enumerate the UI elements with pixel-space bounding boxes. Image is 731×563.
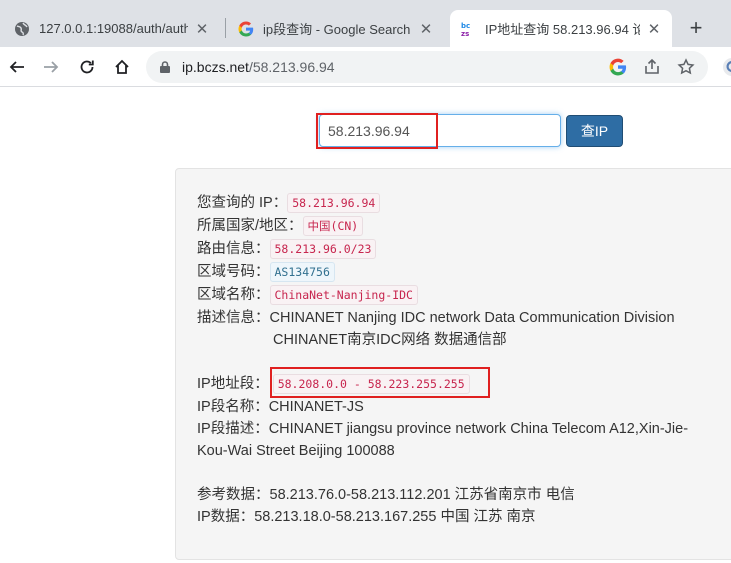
result-label: 参考数据： <box>197 487 270 503</box>
back-arrow-icon <box>9 61 24 73</box>
google-icon <box>238 21 254 37</box>
result-row-description: 描述信息：CHINANET Nanjing IDC network Data C… <box>197 308 675 328</box>
result-row-ip: 您查询的 IP： 58.213.96.94 <box>197 193 381 214</box>
home-icon <box>115 59 129 74</box>
tab-title: IP地址查询 58.213.96.94 论 <box>485 22 640 37</box>
url-text[interactable]: ip.bczs.net/58.213.96.94 <box>182 59 335 75</box>
result-value: CHINANET-JS <box>268 399 364 415</box>
result-label: IP数据： <box>197 509 255 525</box>
tab-title: ip段查询 - Google Search <box>263 22 411 37</box>
result-row-netdesc: IP段描述：CHINANET jiangsu province network … <box>197 419 688 439</box>
result-row-ipdata: IP数据：58.213.18.0-58.213.167.255 中国 江苏 南京 <box>197 507 536 527</box>
result-row-reference: 参考数据：58.213.76.0-58.213.112.201 江苏省南京市 电… <box>197 485 575 505</box>
close-icon[interactable]: ✕ <box>646 21 662 38</box>
tab-google-search[interactable]: ip段查询 - Google Search ✕ <box>228 10 444 47</box>
result-label: IP段描述： <box>197 421 269 437</box>
highlight-box-range <box>270 367 490 398</box>
result-label: 您查询的 IP： <box>197 195 288 211</box>
bczs-icon: bc zs <box>460 21 476 37</box>
result-value: AS134756 <box>269 262 335 283</box>
tab-ip-lookup[interactable]: bc zs IP地址查询 58.213.96.94 论 ✕ <box>450 10 672 47</box>
home-button[interactable] <box>108 53 136 81</box>
reload-icon <box>80 60 94 74</box>
result-label: 区域号码： <box>197 264 270 280</box>
globe-icon <box>14 21 30 37</box>
tab-title: 127.0.0.1:19088/auth/auth <box>39 21 188 36</box>
result-value: 58.213.96.94 <box>287 193 381 214</box>
share-icon[interactable] <box>642 57 662 77</box>
svg-text:zs: zs <box>461 30 469 37</box>
result-value: Kou-Wai Street Beijing 100088 <box>197 443 395 459</box>
tab-divider <box>225 18 226 38</box>
result-value: CHINANET jiangsu province network China … <box>268 421 689 437</box>
bookmark-star-icon[interactable] <box>676 57 696 77</box>
result-label: 区域名称： <box>197 287 270 303</box>
result-label: IP地址段： <box>197 376 269 392</box>
result-value: 58.213.18.0-58.213.167.255 中国 江苏 南京 <box>254 509 536 525</box>
result-row-asn: 区域号码： AS134756 <box>197 262 335 283</box>
back-button[interactable] <box>3 53 31 81</box>
forward-button[interactable] <box>37 53 65 81</box>
result-value: 58.213.96.0/23 <box>269 239 377 260</box>
reload-button[interactable] <box>73 53 101 81</box>
result-row-description-cont: CHINANET南京IDC网络 数据通信部 <box>273 330 507 350</box>
close-icon[interactable]: ✕ <box>194 21 210 38</box>
tab-auth[interactable]: 127.0.0.1:19088/auth/auth ✕ <box>4 10 220 47</box>
result-row-netdesc-cont: Kou-Wai Street Beijing 100088 <box>197 441 395 461</box>
browser-toolbar: ip.bczs.net/58.213.96.94 <box>0 47 731 87</box>
result-label: 描述信息： <box>197 310 270 326</box>
result-value: CHINANET南京IDC网络 数据通信部 <box>273 332 507 348</box>
result-value: 58.213.76.0-58.213.112.201 江苏省南京市 电信 <box>269 487 575 503</box>
url-host: ip.bczs.net <box>182 59 249 75</box>
lookup-ip-button[interactable]: 查IP <box>566 115 623 147</box>
highlight-box-search <box>316 113 438 149</box>
tab-strip: 127.0.0.1:19088/auth/auth ✕ ip段查询 - Goog… <box>0 0 731 47</box>
extension-icon[interactable] <box>722 57 731 77</box>
google-translate-icon[interactable] <box>608 57 628 77</box>
close-icon[interactable]: ✕ <box>418 21 434 38</box>
address-bar[interactable]: ip.bczs.net/58.213.96.94 <box>146 51 708 83</box>
result-row-route: 路由信息： 58.213.96.0/23 <box>197 239 377 260</box>
result-row-area-name: 区域名称： ChinaNet-Nanjing-IDC <box>197 285 418 306</box>
forward-arrow-icon <box>44 61 59 73</box>
svg-text:bc: bc <box>461 22 470 30</box>
new-tab-button[interactable]: + <box>682 14 710 42</box>
result-value: CHINANET Nanjing IDC network Data Commun… <box>269 310 675 326</box>
result-label: IP段名称： <box>197 399 269 415</box>
result-value: ChinaNet-Nanjing-IDC <box>269 285 418 306</box>
result-row-netname: IP段名称：CHINANET-JS <box>197 397 364 417</box>
result-row-country: 所属国家/地区： 中国(CN) <box>197 216 364 237</box>
result-value: 中国(CN) <box>302 216 364 237</box>
url-path: /58.213.96.94 <box>248 59 335 75</box>
result-panel: 您查询的 IP： 58.213.96.94 所属国家/地区： 中国(CN) 路由信息… <box>175 168 731 560</box>
lock-icon[interactable] <box>158 60 172 74</box>
result-label: 路由信息： <box>197 241 270 257</box>
result-label: 所属国家/地区： <box>197 218 303 234</box>
